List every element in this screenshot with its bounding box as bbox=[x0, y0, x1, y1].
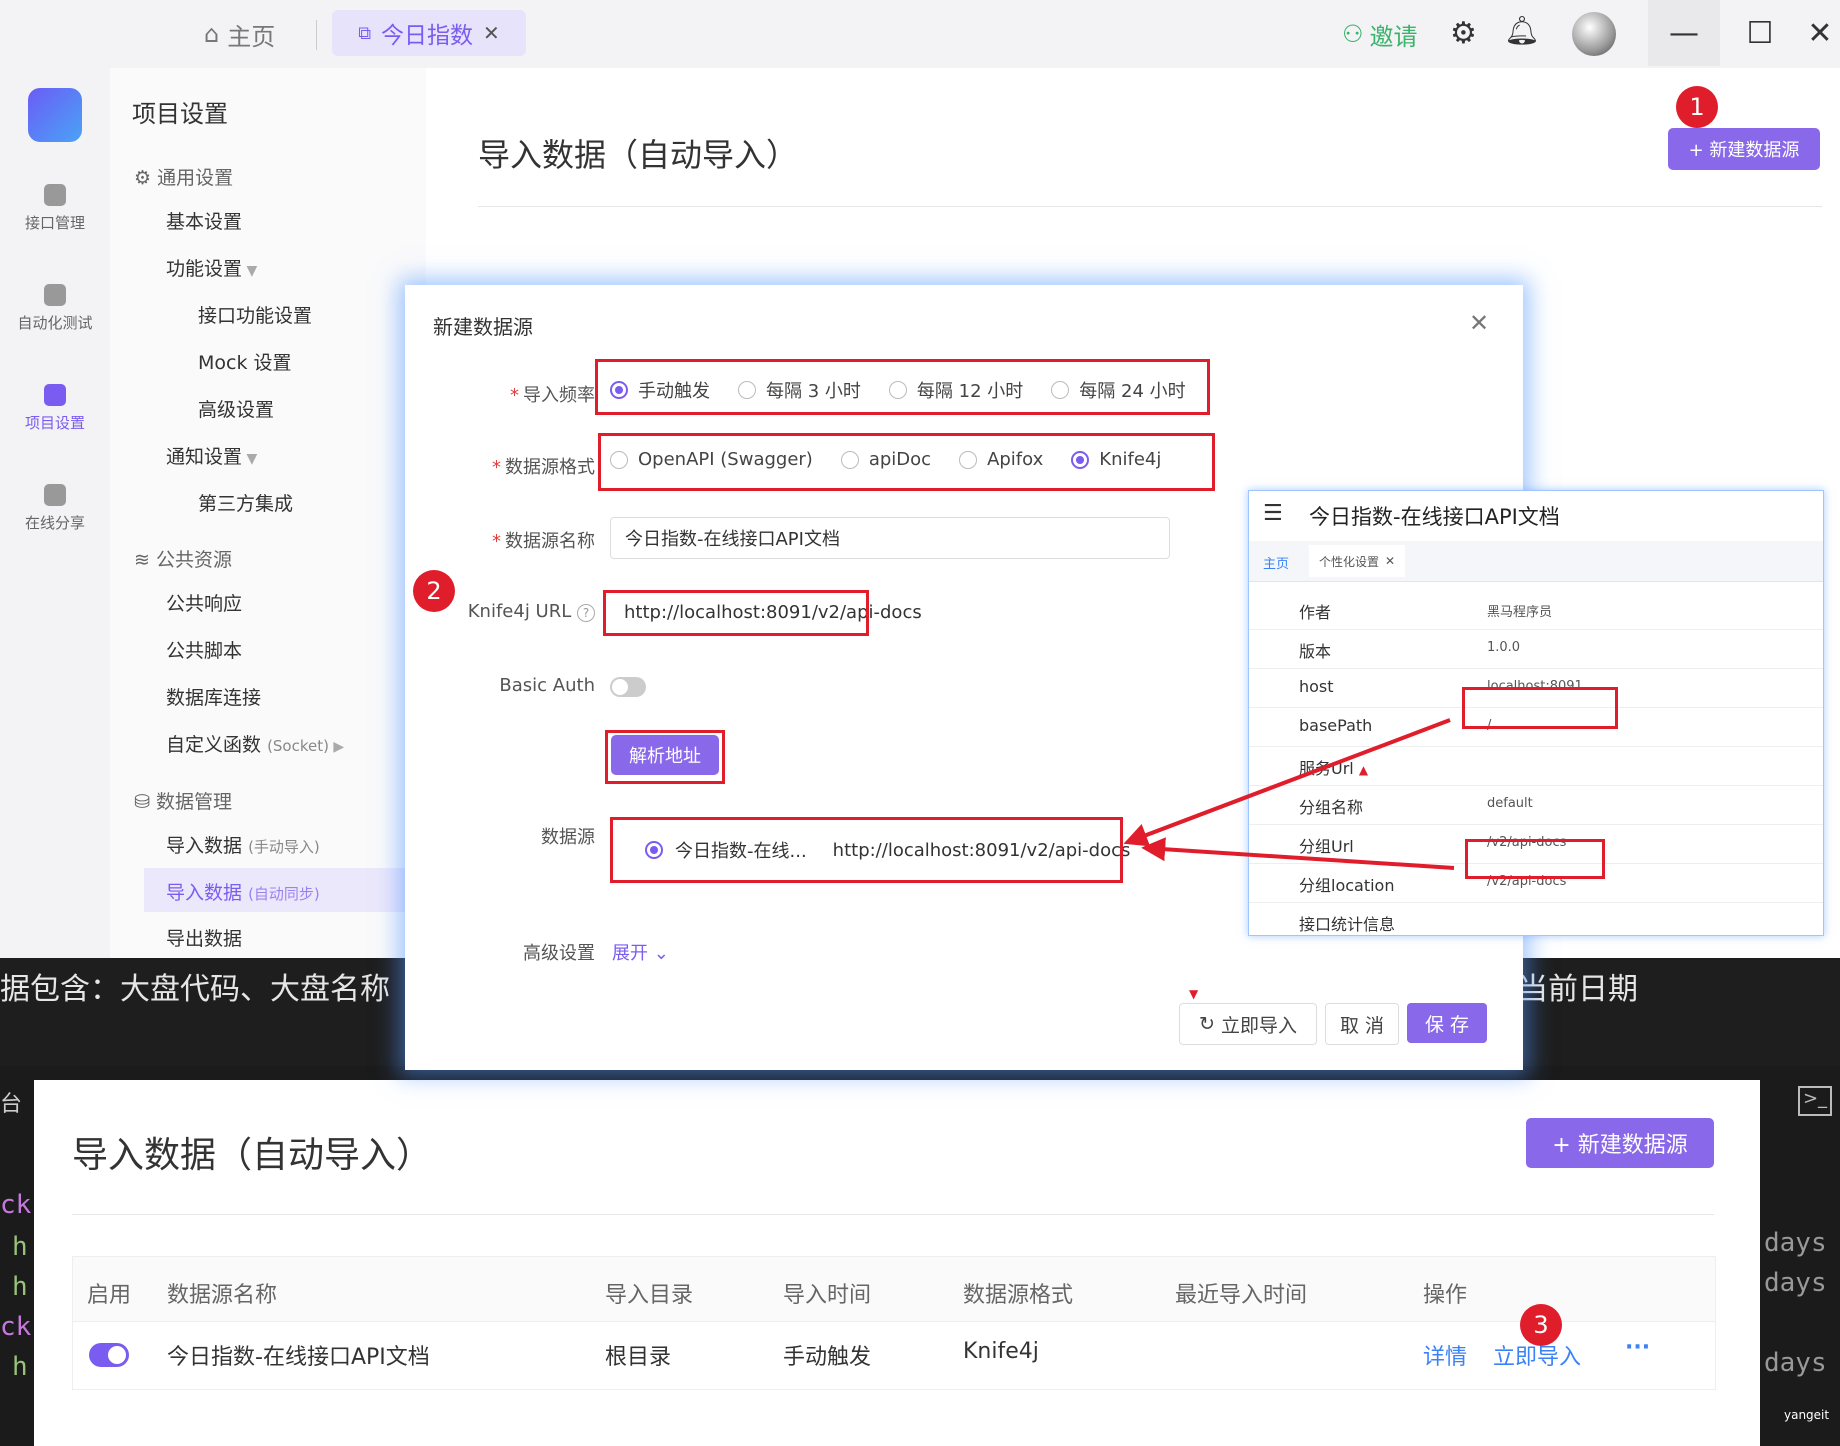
arrow-group-url bbox=[1141, 837, 1455, 870]
annotation-arrows bbox=[1123, 718, 1455, 870]
arrow-host bbox=[1123, 718, 1451, 847]
